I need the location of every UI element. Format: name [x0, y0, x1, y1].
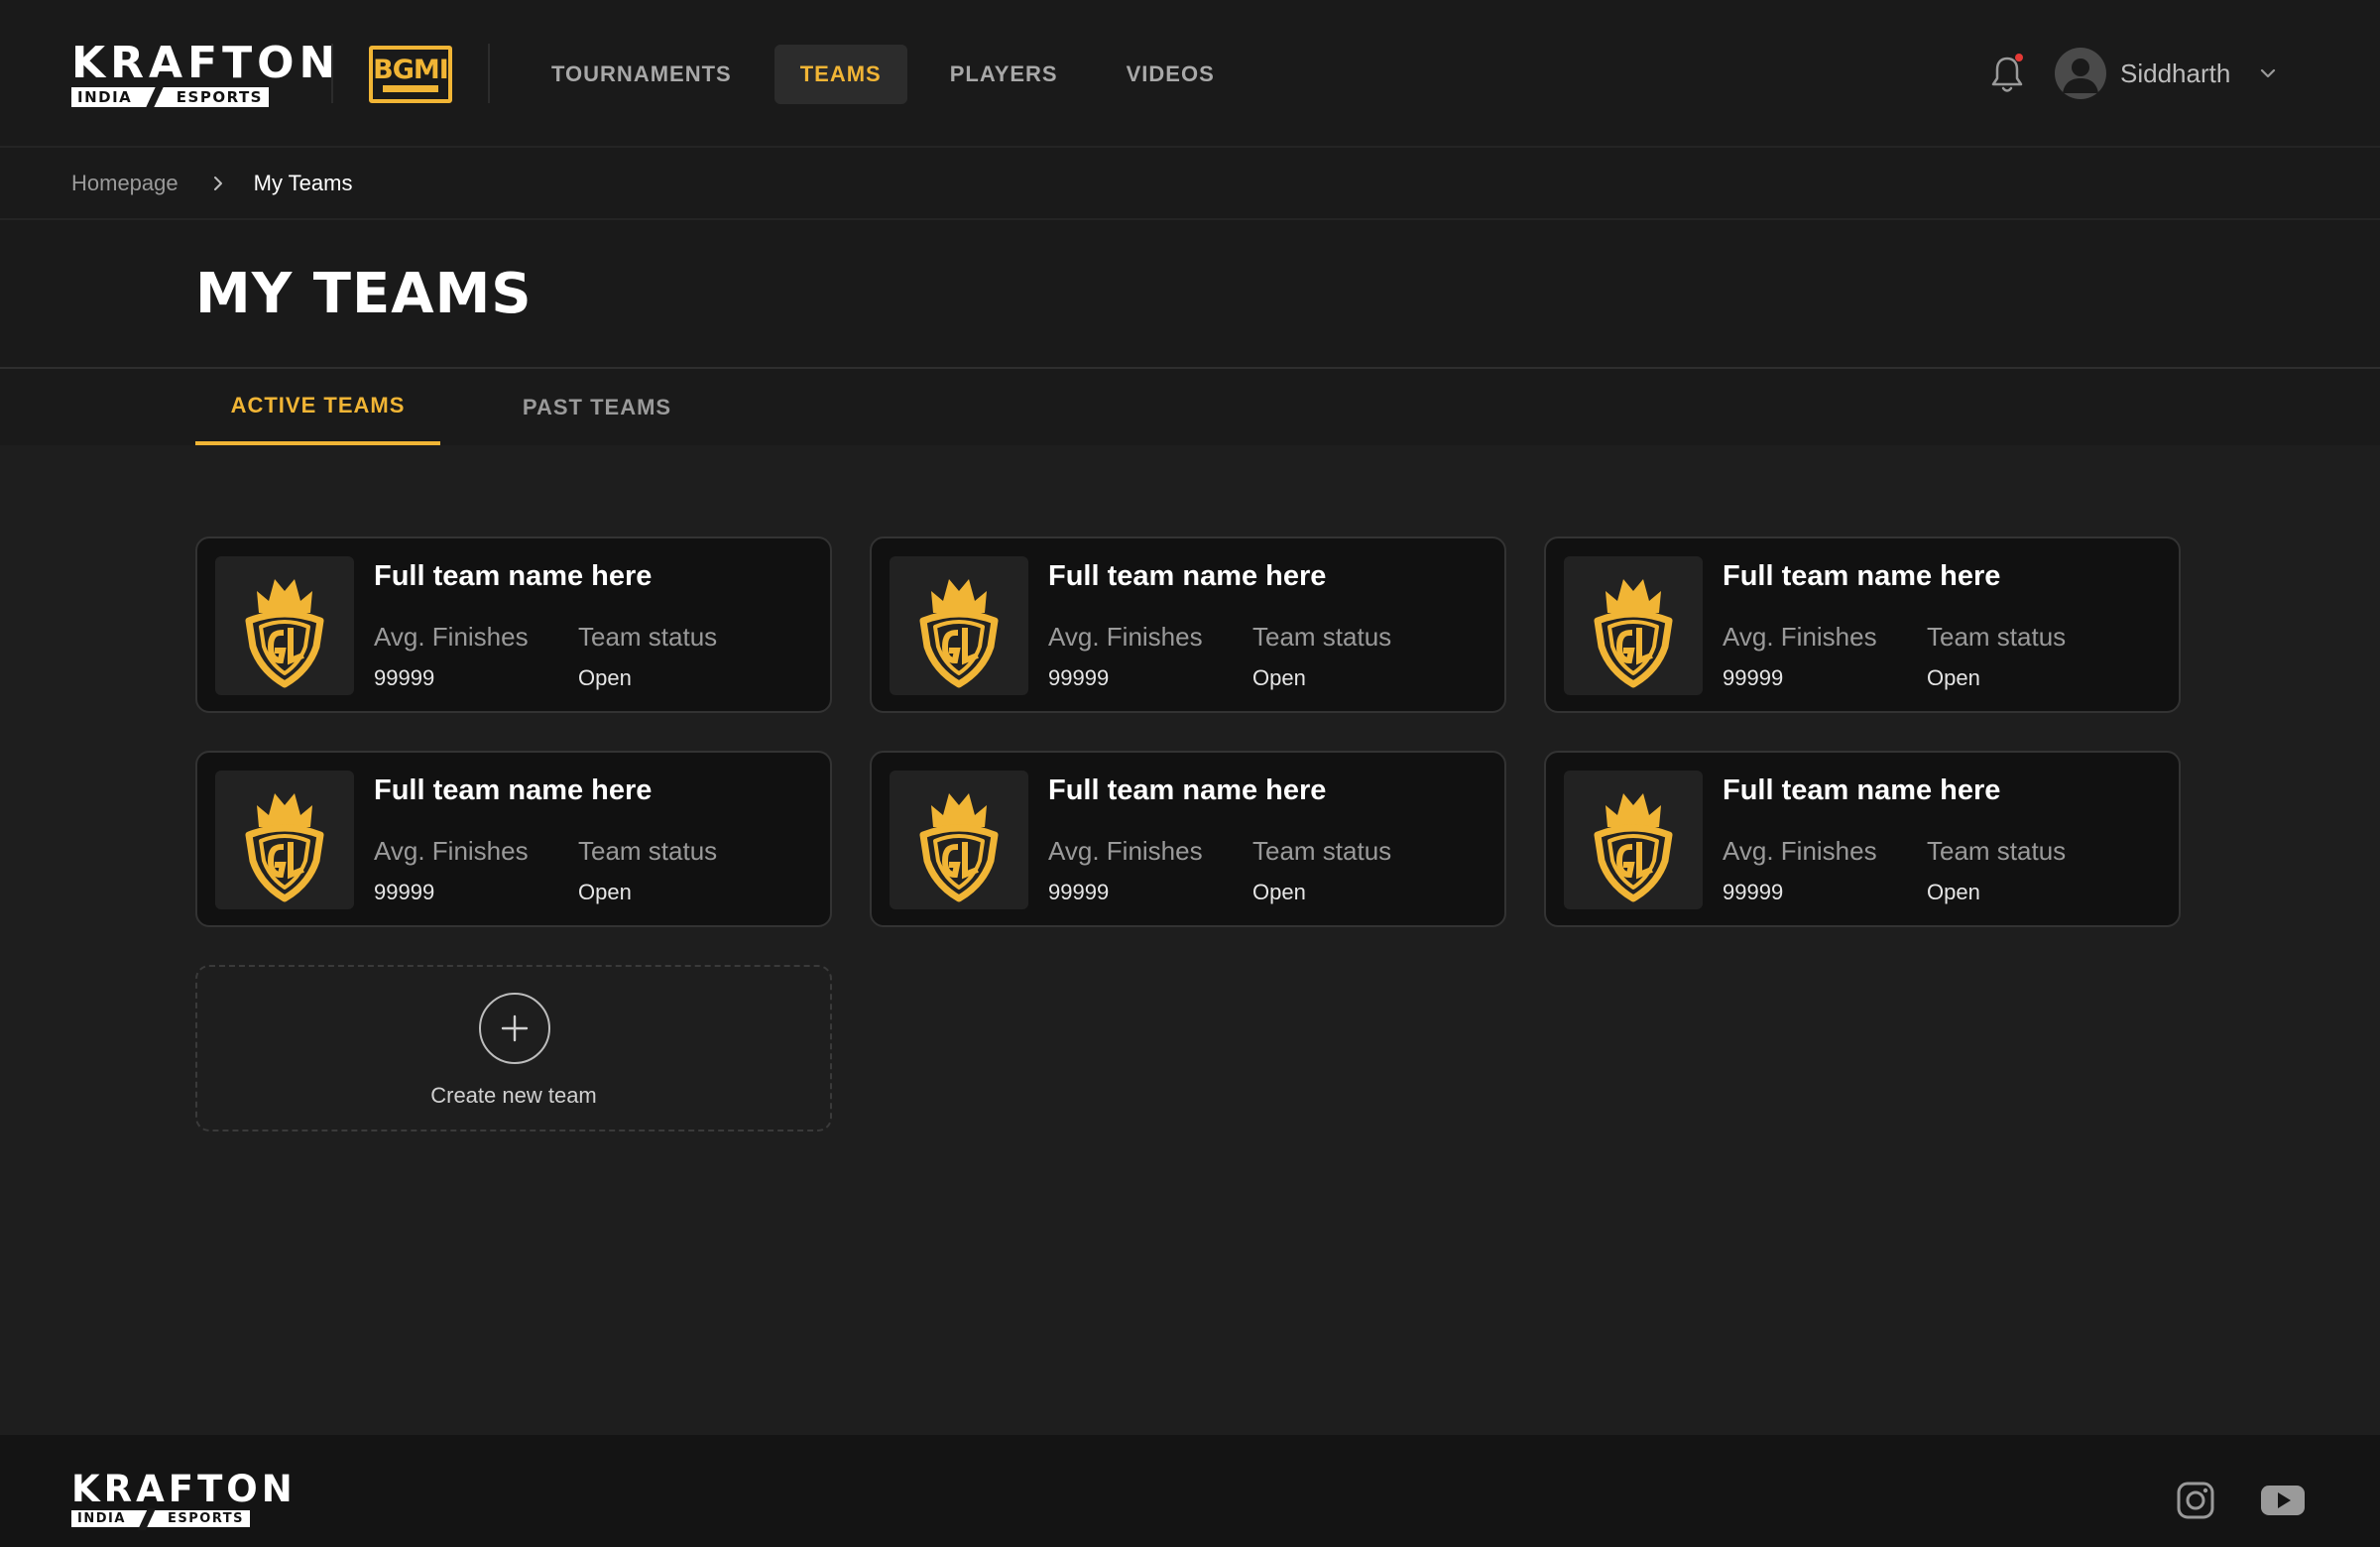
avg-finishes-value: 99999: [1723, 880, 1784, 904]
team-status-label: Team status: [578, 836, 718, 866]
team-name: Full team name here: [1048, 560, 1327, 592]
brand-wordmark: KRAFTON: [71, 1468, 297, 1510]
team-logo: [890, 771, 1028, 909]
team-status-label: Team status: [1252, 622, 1392, 652]
team-crest-icon: [235, 775, 334, 904]
team-card[interactable]: Full team name here Avg. Finishes Team s…: [195, 751, 832, 927]
brand-slash-divider: [145, 86, 164, 108]
team-card[interactable]: Full team name here Avg. Finishes Team s…: [1544, 751, 2181, 927]
avg-finishes-value: 99999: [1723, 665, 1784, 690]
avg-finishes-label: Avg. Finishes: [1723, 836, 1877, 866]
top-navigation-bar: KRAFTON INDIA ESPORTS BGMI TOURNAMENTS T…: [0, 0, 2380, 148]
notifications-button[interactable]: [1989, 54, 2025, 95]
team-logo: [215, 771, 354, 909]
avg-finishes-value: 99999: [1048, 880, 1110, 904]
avg-finishes-label: Avg. Finishes: [374, 622, 529, 652]
team-name: Full team name here: [1723, 774, 2001, 806]
team-status-value: Open: [1927, 880, 1980, 904]
chevron-right-icon: [213, 176, 222, 190]
brand-sub-left: INDIA: [77, 1511, 126, 1526]
user-menu[interactable]: Siddharth: [2055, 48, 2278, 99]
create-team-label: Create new team: [430, 1083, 597, 1108]
avg-finishes-value: 99999: [1048, 665, 1110, 690]
team-name: Full team name here: [374, 774, 653, 806]
footer: KRAFTON INDIA ESPORTS: [0, 1435, 2380, 1547]
team-crest-icon: [909, 775, 1009, 904]
team-status-value: Open: [1252, 665, 1306, 690]
create-team-button[interactable]: Create new team: [195, 965, 832, 1131]
brand-sub-left: INDIA: [77, 88, 133, 106]
breadcrumb-homepage[interactable]: Homepage: [71, 171, 178, 196]
team-logo: [890, 556, 1028, 695]
team-crest-icon: [909, 561, 1009, 690]
team-crest-icon: [1584, 775, 1683, 904]
avg-finishes-value: 99999: [374, 880, 435, 904]
brand-wordmark: KRAFTON: [71, 38, 341, 88]
avg-finishes-value: 99999: [374, 665, 435, 690]
youtube-icon: [2261, 1486, 2305, 1515]
brand-subtitle: INDIA ESPORTS: [71, 86, 269, 108]
tab-past-teams[interactable]: PAST TEAMS: [490, 369, 704, 445]
team-tabs: ACTIVE TEAMS PAST TEAMS: [0, 369, 2380, 445]
instagram-icon: [2177, 1482, 2214, 1519]
team-status-value: Open: [1927, 665, 1980, 690]
team-status-value: Open: [578, 880, 632, 904]
team-card[interactable]: Full team name here Avg. Finishes Team s…: [870, 751, 1506, 927]
team-status-label: Team status: [1252, 836, 1392, 866]
avg-finishes-label: Avg. Finishes: [1723, 622, 1877, 652]
page-header: MY TEAMS: [0, 220, 2380, 369]
nav-item-tournaments[interactable]: TOURNAMENTS: [526, 45, 758, 104]
tab-active-teams[interactable]: ACTIVE TEAMS: [195, 369, 440, 445]
user-name: Siddharth: [2120, 58, 2231, 88]
team-name: Full team name here: [1048, 774, 1327, 806]
team-card[interactable]: Full team name here Avg. Finishes Team s…: [1544, 536, 2181, 713]
youtube-link[interactable]: [2259, 1479, 2307, 1522]
breadcrumb: Homepage My Teams: [0, 148, 2380, 220]
team-logo: [215, 556, 354, 695]
team-status-value: Open: [1252, 880, 1306, 904]
plus-icon: [479, 993, 550, 1064]
brand-sub-right: ESPORTS: [168, 1511, 244, 1526]
brand-slash-divider: [137, 1507, 157, 1530]
chevron-down-icon: [2261, 68, 2276, 78]
avg-finishes-label: Avg. Finishes: [1048, 622, 1203, 652]
nav-item-teams[interactable]: TEAMS: [774, 45, 907, 104]
page-title: MY TEAMS: [195, 262, 533, 326]
team-card[interactable]: Full team name here Avg. Finishes Team s…: [195, 536, 832, 713]
team-crest-icon: [235, 561, 334, 690]
user-avatar-icon: [2055, 48, 2106, 99]
nav-item-players[interactable]: PLAYERS: [924, 45, 1084, 104]
team-status-label: Team status: [1927, 622, 2067, 652]
team-name: Full team name here: [374, 560, 653, 592]
team-name: Full team name here: [1723, 560, 2001, 592]
nav-item-videos[interactable]: VIDEOS: [1101, 45, 1241, 104]
avg-finishes-label: Avg. Finishes: [1048, 836, 1203, 866]
breadcrumb-current: My Teams: [253, 170, 353, 195]
krafton-india-esports-logo[interactable]: KRAFTON INDIA ESPORTS: [71, 38, 341, 108]
team-logo: [1564, 771, 1703, 909]
footer-krafton-logo[interactable]: KRAFTON INDIA ESPORTS: [71, 1468, 297, 1530]
team-status-label: Team status: [578, 622, 718, 652]
team-status-value: Open: [578, 665, 632, 690]
avg-finishes-label: Avg. Finishes: [374, 836, 529, 866]
bgmi-game-logo[interactable]: BGMI: [369, 46, 452, 103]
instagram-link[interactable]: [2174, 1479, 2217, 1522]
team-card[interactable]: Full team name here Avg. Finishes Team s…: [870, 536, 1506, 713]
main-nav: TOURNAMENTS TEAMS PLAYERS VIDEOS: [526, 45, 1257, 104]
brand-sub-right: ESPORTS: [176, 88, 263, 106]
team-status-label: Team status: [1927, 836, 2067, 866]
team-crest-icon: [1584, 561, 1683, 690]
brand-subtitle: INDIA ESPORTS: [71, 1507, 250, 1530]
header-divider: [331, 44, 333, 103]
notification-unread-dot: [2015, 54, 2023, 61]
bgmi-sub-bar: [383, 85, 438, 92]
team-logo: [1564, 556, 1703, 695]
header-divider: [488, 44, 490, 103]
bgmi-wordmark: BGMI: [373, 55, 449, 85]
